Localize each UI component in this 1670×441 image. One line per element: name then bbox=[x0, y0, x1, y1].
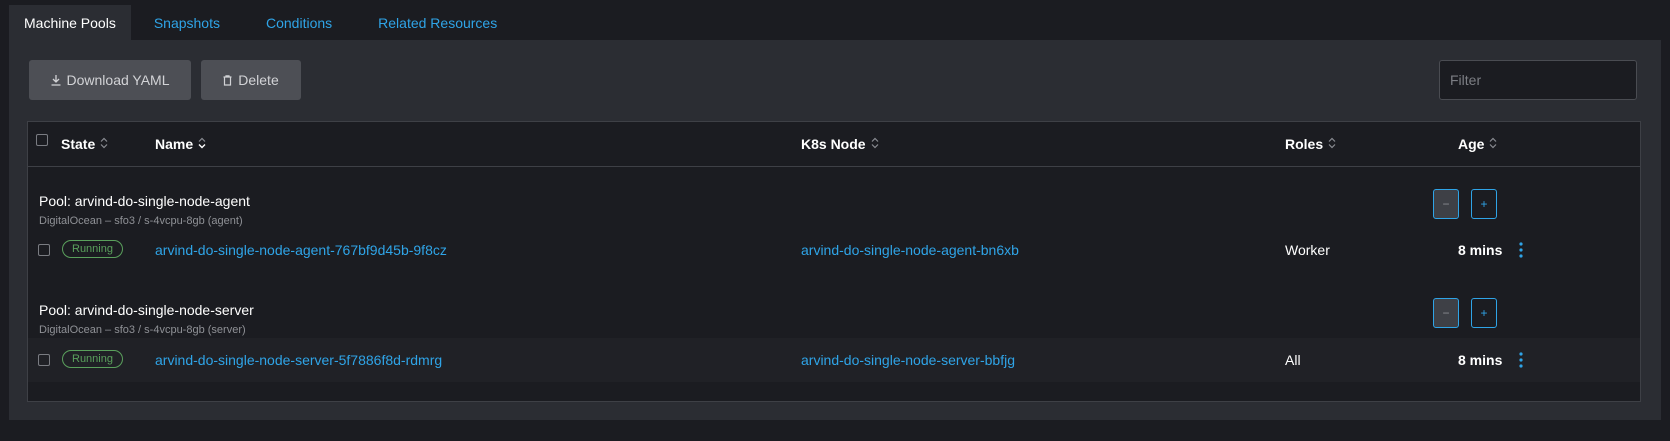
pool-title: Pool: arvind-do-single-node-server bbox=[39, 302, 254, 318]
tab-bar: Machine Pools Snapshots Conditions Relat… bbox=[9, 5, 520, 40]
column-header-age[interactable]: Age bbox=[1458, 122, 1497, 166]
column-header-name-label: Name bbox=[155, 136, 194, 152]
download-yaml-button[interactable]: Download YAML bbox=[29, 60, 191, 100]
roles-value: Worker bbox=[1285, 242, 1330, 258]
roles-value: All bbox=[1285, 352, 1301, 368]
column-header-roles-label: Roles bbox=[1285, 136, 1324, 152]
machine-pools-panel: Download YAML Delete State Name bbox=[9, 40, 1661, 420]
delete-button[interactable]: Delete bbox=[201, 60, 301, 100]
pool-group-header: Pool: arvind-do-single-node-agent Digita… bbox=[28, 167, 1640, 233]
row-checkbox[interactable] bbox=[38, 354, 50, 366]
scale-up-button[interactable]: + bbox=[1471, 298, 1497, 328]
plus-icon: + bbox=[1480, 197, 1488, 211]
filter-input[interactable] bbox=[1439, 60, 1637, 100]
tab-conditions[interactable]: Conditions bbox=[243, 5, 355, 40]
column-header-state-label: State bbox=[61, 136, 96, 152]
k8s-node-link[interactable]: arvind-do-single-node-agent-bn6xb bbox=[801, 228, 1019, 272]
machine-name-link[interactable]: arvind-do-single-node-server-5f7886f8d-r… bbox=[155, 338, 442, 382]
tab-machine-pools[interactable]: Machine Pools bbox=[9, 5, 131, 40]
kebab-menu-icon[interactable] bbox=[1516, 240, 1526, 260]
sort-icon bbox=[1489, 122, 1497, 166]
k8s-node-link[interactable]: arvind-do-single-node-server-bbfjg bbox=[801, 338, 1015, 382]
pool-group-header: Pool: arvind-do-single-node-server Digit… bbox=[28, 276, 1640, 338]
table-header: State Name K8s Node Roles Age bbox=[28, 122, 1640, 167]
age-value: 8 mins bbox=[1458, 242, 1503, 258]
column-header-k8s-node[interactable]: K8s Node bbox=[801, 122, 879, 166]
download-yaml-label: Download YAML bbox=[66, 72, 170, 88]
column-header-name[interactable]: Name bbox=[155, 122, 206, 166]
tab-related-resources[interactable]: Related Resources bbox=[355, 5, 520, 40]
status-badge: Running bbox=[62, 350, 123, 368]
download-icon bbox=[51, 74, 61, 86]
column-header-k8s-node-label: K8s Node bbox=[801, 136, 866, 152]
table-row: Running arvind-do-single-node-server-5f7… bbox=[28, 338, 1640, 382]
machine-name-link[interactable]: arvind-do-single-node-agent-767bf9d45b-9… bbox=[155, 228, 447, 272]
sort-icon bbox=[1328, 122, 1336, 166]
tab-snapshots[interactable]: Snapshots bbox=[131, 5, 243, 40]
column-header-roles[interactable]: Roles bbox=[1285, 122, 1336, 166]
column-header-age-label: Age bbox=[1458, 136, 1485, 152]
scale-down-button[interactable]: − bbox=[1433, 189, 1459, 219]
plus-icon: + bbox=[1480, 306, 1488, 320]
column-header-state[interactable]: State bbox=[61, 122, 108, 166]
pool-title: Pool: arvind-do-single-node-agent bbox=[39, 193, 250, 209]
scale-down-button[interactable]: − bbox=[1433, 298, 1459, 328]
age-value: 8 mins bbox=[1458, 352, 1503, 368]
status-badge: Running bbox=[62, 240, 123, 258]
scale-up-button[interactable]: + bbox=[1471, 189, 1497, 219]
minus-icon: − bbox=[1442, 197, 1450, 211]
sort-icon bbox=[198, 122, 206, 166]
sort-icon bbox=[871, 122, 879, 166]
table-row: Running arvind-do-single-node-agent-767b… bbox=[28, 228, 1640, 272]
delete-label: Delete bbox=[238, 72, 279, 88]
pool-subtitle: DigitalOcean – sfo3 / s-4vcpu-8gb (agent… bbox=[39, 215, 243, 227]
minus-icon: − bbox=[1442, 306, 1450, 320]
row-checkbox[interactable] bbox=[38, 244, 50, 256]
kebab-menu-icon[interactable] bbox=[1516, 350, 1526, 370]
select-all-checkbox[interactable] bbox=[36, 134, 48, 146]
pool-subtitle: DigitalOcean – sfo3 / s-4vcpu-8gb (serve… bbox=[39, 324, 246, 336]
sort-icon bbox=[100, 122, 108, 166]
trash-icon bbox=[223, 74, 232, 86]
machines-table: State Name K8s Node Roles Age Pool: arvi… bbox=[27, 121, 1641, 402]
